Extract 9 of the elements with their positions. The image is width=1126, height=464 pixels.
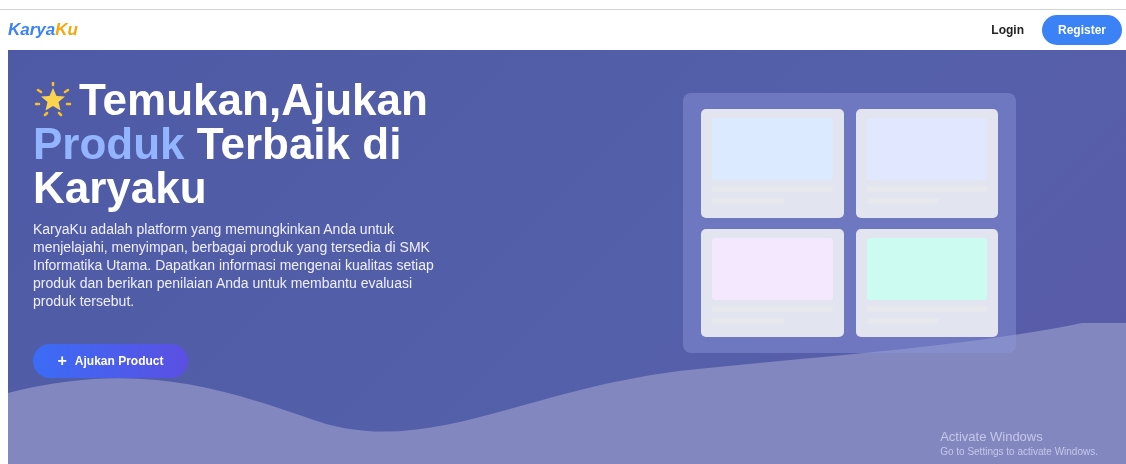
activation-subtitle: Go to Settings to activate Windows.	[940, 446, 1098, 457]
star-icon	[33, 82, 73, 118]
hero-headline: Temukan,Ajukan Produk Terbaik di Karyaku	[33, 78, 429, 210]
login-link[interactable]: Login	[991, 23, 1024, 37]
activation-title: Activate Windows	[940, 429, 1044, 444]
brand-logo[interactable]: KaryaKu	[8, 20, 78, 40]
register-button[interactable]: Register	[1041, 15, 1122, 45]
submit-product-button[interactable]: + Ajukan Product	[33, 344, 188, 378]
hero-description: KaryaKu adalah platform yang memungkinkan Anda untuk menjelajahi, menyimpan, berbagai produk yang tersedia di SMK Informatika Utama. Dapatkan informasi mengenai kualitas setiap produk dan berikan penilaian Anda untuk membantu evaluasi produk tersebut.	[33, 220, 435, 310]
